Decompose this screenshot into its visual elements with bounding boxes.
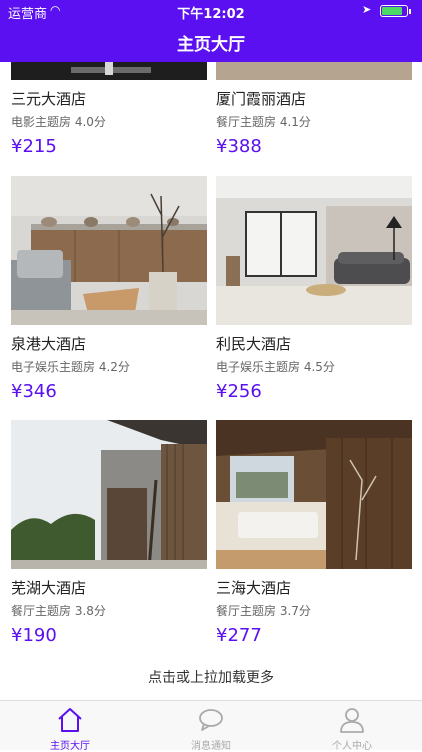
hotel-meta: 电子娱乐主题房 4.5分: [216, 360, 335, 374]
user-icon: [337, 707, 367, 733]
hotel-image: [11, 62, 207, 80]
hotel-name: 三海大酒店: [216, 579, 292, 597]
hotel-meta: 餐厅主题房 3.8分: [11, 604, 106, 618]
hotel-name: 厦门霞丽酒店: [216, 90, 307, 108]
battery-icon: [380, 5, 408, 17]
hotel-name: 泉港大酒店: [11, 335, 87, 353]
hotel-image: [11, 420, 207, 569]
location-icon: ➤: [362, 3, 372, 16]
hotel-price: ¥215: [11, 136, 57, 157]
battery-tip: [409, 9, 411, 14]
chat-bubble-icon: [196, 707, 226, 733]
hotel-list[interactable]: 三元大酒店 电影主题房 4.0分 ¥215 厦门霞丽酒店 餐厅主题房 4.1分 …: [0, 62, 422, 700]
hotel-image: [11, 176, 207, 325]
hotel-image: [216, 420, 412, 569]
tab-bar: 主页大厅 消息通知 个人中心: [0, 700, 422, 752]
hotel-image: [216, 62, 412, 80]
hotel-image: [216, 176, 412, 325]
hotel-meta: 餐厅主题房 3.7分: [216, 604, 311, 618]
hotel-price: ¥346: [11, 381, 57, 402]
tab-profile[interactable]: 个人中心: [282, 701, 422, 752]
load-more-button[interactable]: 点击或上拉加载更多: [0, 667, 422, 687]
hotel-price: ¥190: [11, 625, 57, 646]
hotel-meta: 电影主题房 4.0分: [11, 115, 106, 129]
hotel-meta: 餐厅主题房 4.1分: [216, 115, 311, 129]
status-bar: 运营商 ◠ 下午12:02 ➤: [0, 0, 422, 22]
tab-home[interactable]: 主页大厅: [0, 701, 140, 752]
clock: 下午12:02: [177, 7, 245, 22]
hotel-name: 三元大酒店: [11, 90, 87, 108]
hotel-name: 芜湖大酒店: [11, 579, 87, 597]
hotel-meta: 电子娱乐主题房 4.2分: [11, 360, 130, 374]
hotel-name: 利民大酒店: [216, 335, 292, 353]
hotel-price: ¥256: [216, 381, 262, 402]
page-title: 主页大厅: [177, 35, 245, 55]
tab-messages[interactable]: 消息通知: [141, 701, 281, 752]
home-icon: [55, 707, 85, 733]
hotel-price: ¥388: [216, 136, 262, 157]
hotel-price: ¥277: [216, 625, 262, 646]
